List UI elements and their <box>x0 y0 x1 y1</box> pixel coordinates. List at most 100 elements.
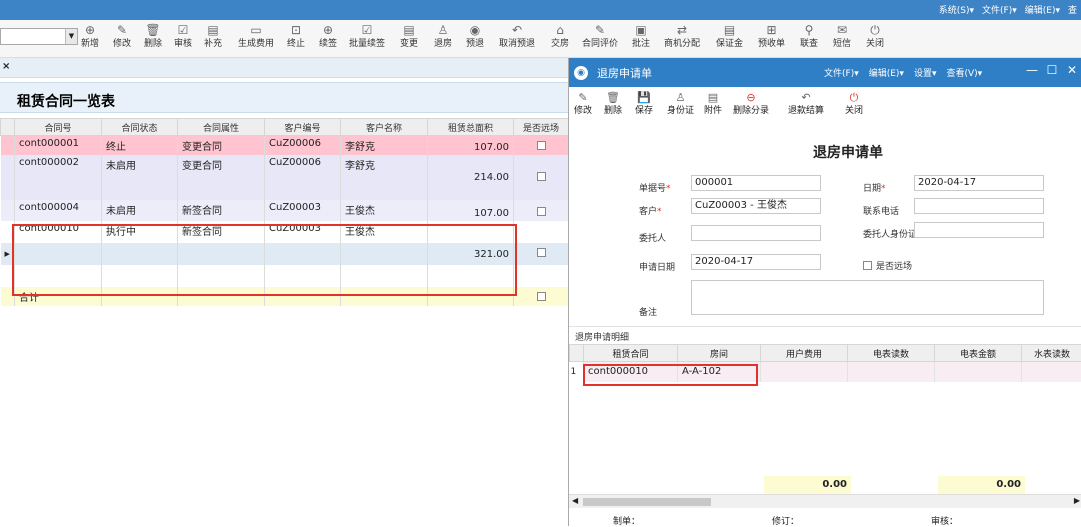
cell-custno[interactable]: CuZ00003 <box>265 200 341 221</box>
cell-contract[interactable]: cont000001 <box>15 136 102 156</box>
contract-list-pane: × 租赁合同一览表 合同号 合同状态 合同属性 客户编号 客户名称 租赁总面积 … <box>0 58 568 526</box>
toolbar-button-20[interactable]: ✉短信 <box>833 22 851 50</box>
toolbar-button-3[interactable]: ☑审核 <box>174 22 192 50</box>
toolbar-button-5[interactable]: ▭生成费用 <box>238 22 274 50</box>
toolbar-button-0[interactable]: ⊕新增 <box>81 22 99 50</box>
toolbar-button-1[interactable]: ✎修改 <box>113 22 131 50</box>
col-header[interactable]: 水表读数 <box>1022 345 1081 362</box>
toolbar-button-11[interactable]: ◉预退 <box>466 22 484 50</box>
toolbar-button-17[interactable]: ▤保证金 <box>716 22 743 50</box>
search-icon: ⚲ <box>800 22 818 38</box>
dialog-tool-button-3[interactable]: ♙身份证 <box>667 91 694 117</box>
cell-attr[interactable]: 新签合同 <box>178 200 265 221</box>
toolbar-button-14[interactable]: ✎合同评价 <box>582 22 618 50</box>
dialog-tool-button-6[interactable]: ↶退款结算 <box>788 91 824 117</box>
dialog-menu-edit[interactable]: 编辑(E)▾ <box>869 66 904 79</box>
customer-field[interactable]: CuZ00003 - 王俊杰 <box>691 198 821 214</box>
menu-view[interactable]: 查 <box>1068 3 1077 16</box>
dialog-tool-button-0[interactable]: ✎修改 <box>574 91 592 117</box>
col-header[interactable]: 合同状态 <box>102 119 178 136</box>
cell-status[interactable]: 未启用 <box>102 200 178 221</box>
col-header[interactable]: 电表读数 <box>848 345 935 362</box>
cell-custno[interactable]: CuZ00006 <box>265 136 341 156</box>
agent-id-field[interactable] <box>914 222 1044 238</box>
dialog-tool-button-7[interactable]: ⏻关闭 <box>845 91 863 117</box>
col-header[interactable]: 房间 <box>678 345 761 362</box>
close-icon[interactable]: ✕ <box>1062 63 1081 77</box>
toolbar-button-7[interactable]: ⊕续签 <box>319 22 337 50</box>
dialog-tool-button-1[interactable]: 🗑删除 <box>604 91 622 117</box>
dialog-tool-button-5[interactable]: ⊖删除分录 <box>733 91 769 117</box>
menu-edit[interactable]: 编辑(E)▾ <box>1025 3 1060 16</box>
toolbar-button-10[interactable]: ♙退房 <box>434 22 452 50</box>
col-header[interactable]: 电表金额 <box>935 345 1022 362</box>
cell-attr[interactable]: 变更合同 <box>178 155 265 200</box>
cell-status[interactable]: 未启用 <box>102 155 178 200</box>
toolbar-button-15[interactable]: ▣批注 <box>632 22 650 50</box>
chevron-down-icon[interactable]: ▼ <box>65 29 77 44</box>
cell-area[interactable]: 214.00 <box>428 155 514 200</box>
menu-file[interactable]: 文件(F)▾ <box>982 3 1017 16</box>
horizontal-scrollbar[interactable]: ◀ ▶ <box>569 494 1081 508</box>
toolbar-button-9[interactable]: ▤变更 <box>400 22 418 50</box>
minimize-icon[interactable]: — <box>1022 63 1042 77</box>
docno-field[interactable]: 000001 <box>691 175 821 191</box>
cell-custname[interactable]: 王俊杰 <box>341 200 428 221</box>
col-header[interactable]: 合同属性 <box>178 119 265 136</box>
toolbar-button-12[interactable]: ↶取消预退 <box>499 22 535 50</box>
date-label: 日期* <box>863 181 886 194</box>
toolbar-button-4[interactable]: ▤补充 <box>204 22 222 50</box>
filter-dropdown[interactable]: ▼ <box>0 28 78 45</box>
toolbar-button-6[interactable]: ⊡终止 <box>287 22 305 50</box>
toolbar-button-18[interactable]: ⊞预收单 <box>758 22 785 50</box>
remark-field[interactable] <box>691 280 1044 315</box>
menu-system[interactable]: 系统(S)▾ <box>939 3 974 16</box>
scroll-right-icon[interactable]: ▶ <box>1074 496 1080 505</box>
col-header[interactable]: 合同号 <box>15 119 102 136</box>
cell-status[interactable]: 终止 <box>102 136 178 156</box>
cell-contract[interactable]: cont000004 <box>15 200 102 221</box>
toolbar-button-8[interactable]: ☑批量续签 <box>349 22 385 50</box>
apply-date-field[interactable]: 2020-04-17 <box>691 254 821 270</box>
phone-field[interactable] <box>914 198 1044 214</box>
col-header[interactable]: 用户费用 <box>761 345 848 362</box>
cell-area[interactable]: 107.00 <box>428 200 514 221</box>
toolbar-button-19[interactable]: ⚲联查 <box>800 22 818 50</box>
table-row[interactable]: cont000002 未启用 变更合同 CuZ00006 李舒克 214.00 <box>1 155 569 200</box>
col-header[interactable]: 客户名称 <box>341 119 428 136</box>
col-header[interactable]: 客户编号 <box>265 119 341 136</box>
remote-checkbox[interactable] <box>863 261 872 270</box>
maximize-icon[interactable]: ☐ <box>1042 63 1062 77</box>
cell-custno[interactable]: CuZ00006 <box>265 155 341 200</box>
dialog-tool-button-4[interactable]: ▤附件 <box>704 91 722 117</box>
toolbar-button-21[interactable]: ⏻关闭 <box>866 22 884 50</box>
toolbar-button-13[interactable]: ⌂交房 <box>551 22 569 50</box>
date-field[interactable]: 2020-04-17 <box>914 175 1044 191</box>
cell-custname[interactable]: 李舒克 <box>341 155 428 200</box>
dialog-menu-settings[interactable]: 设置▾ <box>914 66 937 79</box>
toolbar-button-2[interactable]: 🗑删除 <box>144 22 162 50</box>
cell-attr[interactable]: 变更合同 <box>178 136 265 156</box>
cell-contract[interactable]: cont000002 <box>15 155 102 200</box>
remote-checkbox[interactable] <box>537 172 546 181</box>
remote-checkbox[interactable] <box>537 207 546 216</box>
remote-checkbox[interactable] <box>537 141 546 150</box>
col-header[interactable]: 租赁合同 <box>584 345 678 362</box>
remote-checkbox[interactable] <box>537 248 546 257</box>
dialog-menu-file[interactable]: 文件(F)▾ <box>824 66 859 79</box>
scroll-left-icon[interactable]: ◀ <box>572 496 578 505</box>
dialog-tool-button-2[interactable]: 💾保存 <box>635 91 653 117</box>
close-tab-icon[interactable]: × <box>2 61 10 72</box>
scroll-thumb[interactable] <box>583 498 711 506</box>
agent-field[interactable] <box>691 225 821 241</box>
dialog-menu-view[interactable]: 查看(V)▾ <box>946 66 982 79</box>
toolbar-button-16[interactable]: ⇄商机分配 <box>664 22 700 50</box>
cell-area[interactable]: 107.00 <box>428 136 514 156</box>
col-header[interactable]: 租赁总面积 <box>428 119 514 136</box>
table-row[interactable]: cont000004 未启用 新签合同 CuZ00003 王俊杰 107.00 <box>1 200 569 221</box>
docno-label: 单据号* <box>639 181 671 194</box>
col-header[interactable]: 是否远场 <box>514 119 569 136</box>
remote-option[interactable]: 是否远场 <box>863 259 912 272</box>
table-row[interactable]: cont000001 终止 变更合同 CuZ00006 李舒克 107.00 <box>1 136 569 156</box>
cell-custname[interactable]: 李舒克 <box>341 136 428 156</box>
